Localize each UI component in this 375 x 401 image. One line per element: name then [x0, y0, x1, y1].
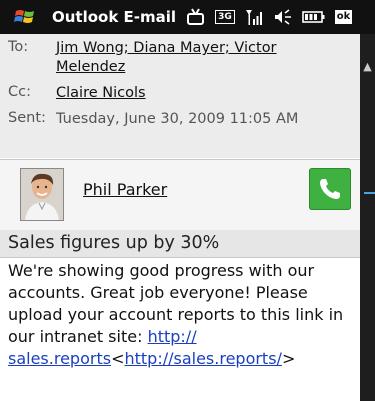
ok-button[interactable]: ok: [334, 10, 353, 24]
scrollbar[interactable]: ▲: [360, 34, 375, 401]
network-3g-icon: 3G: [215, 7, 235, 27]
sent-row: Sent: Tuesday, June 30, 2009 11:05 AM: [8, 110, 360, 129]
cc-label: Cc:: [8, 84, 31, 100]
sender-row: Phil Parker: [0, 159, 360, 231]
ok-icon[interactable]: ok: [334, 7, 353, 27]
subject-bar: Sales figures up by 30%: [0, 230, 360, 258]
email-body: We're showing good progress with our acc…: [8, 260, 358, 370]
to-row: To: Jim Wong; Diana Mayer; Victor Melend…: [8, 39, 360, 77]
volume-icon[interactable]: [273, 7, 293, 27]
sender-name[interactable]: Phil Parker: [83, 180, 167, 199]
avatar[interactable]: [20, 168, 64, 221]
scroll-up-icon[interactable]: ▲: [360, 60, 375, 73]
email-header: To: Jim Wong; Diana Mayer; Victor Melend…: [0, 34, 360, 158]
scroll-indicator: [364, 192, 375, 194]
cc-recipients[interactable]: Claire Nicols: [56, 84, 146, 103]
sent-label: Sent:: [8, 110, 46, 126]
battery-icon[interactable]: [301, 7, 326, 27]
network-badge: 3G: [215, 10, 235, 24]
signal-icon[interactable]: [244, 7, 264, 27]
app-title: Outlook E-mail: [52, 8, 177, 26]
cc-row: Cc: Claire Nicols: [8, 84, 360, 103]
to-recipients[interactable]: Jim Wong; Diana Mayer; Victor Melendez: [56, 39, 301, 77]
phone-icon: [320, 179, 340, 199]
status-bar: Outlook E-mail 3G ok: [0, 0, 375, 34]
body-link-2[interactable]: http://sales.reports/: [124, 349, 281, 368]
notification-icon[interactable]: [186, 7, 206, 27]
email-subject: Sales figures up by 30%: [8, 233, 220, 253]
call-button[interactable]: [309, 168, 351, 210]
link-bracket-right: >: [281, 349, 296, 368]
sent-date: Tuesday, June 30, 2009 11:05 AM: [56, 111, 299, 127]
windows-start-icon[interactable]: [10, 0, 40, 34]
to-label: To:: [8, 39, 29, 55]
link-bracket-left: <: [111, 349, 125, 368]
